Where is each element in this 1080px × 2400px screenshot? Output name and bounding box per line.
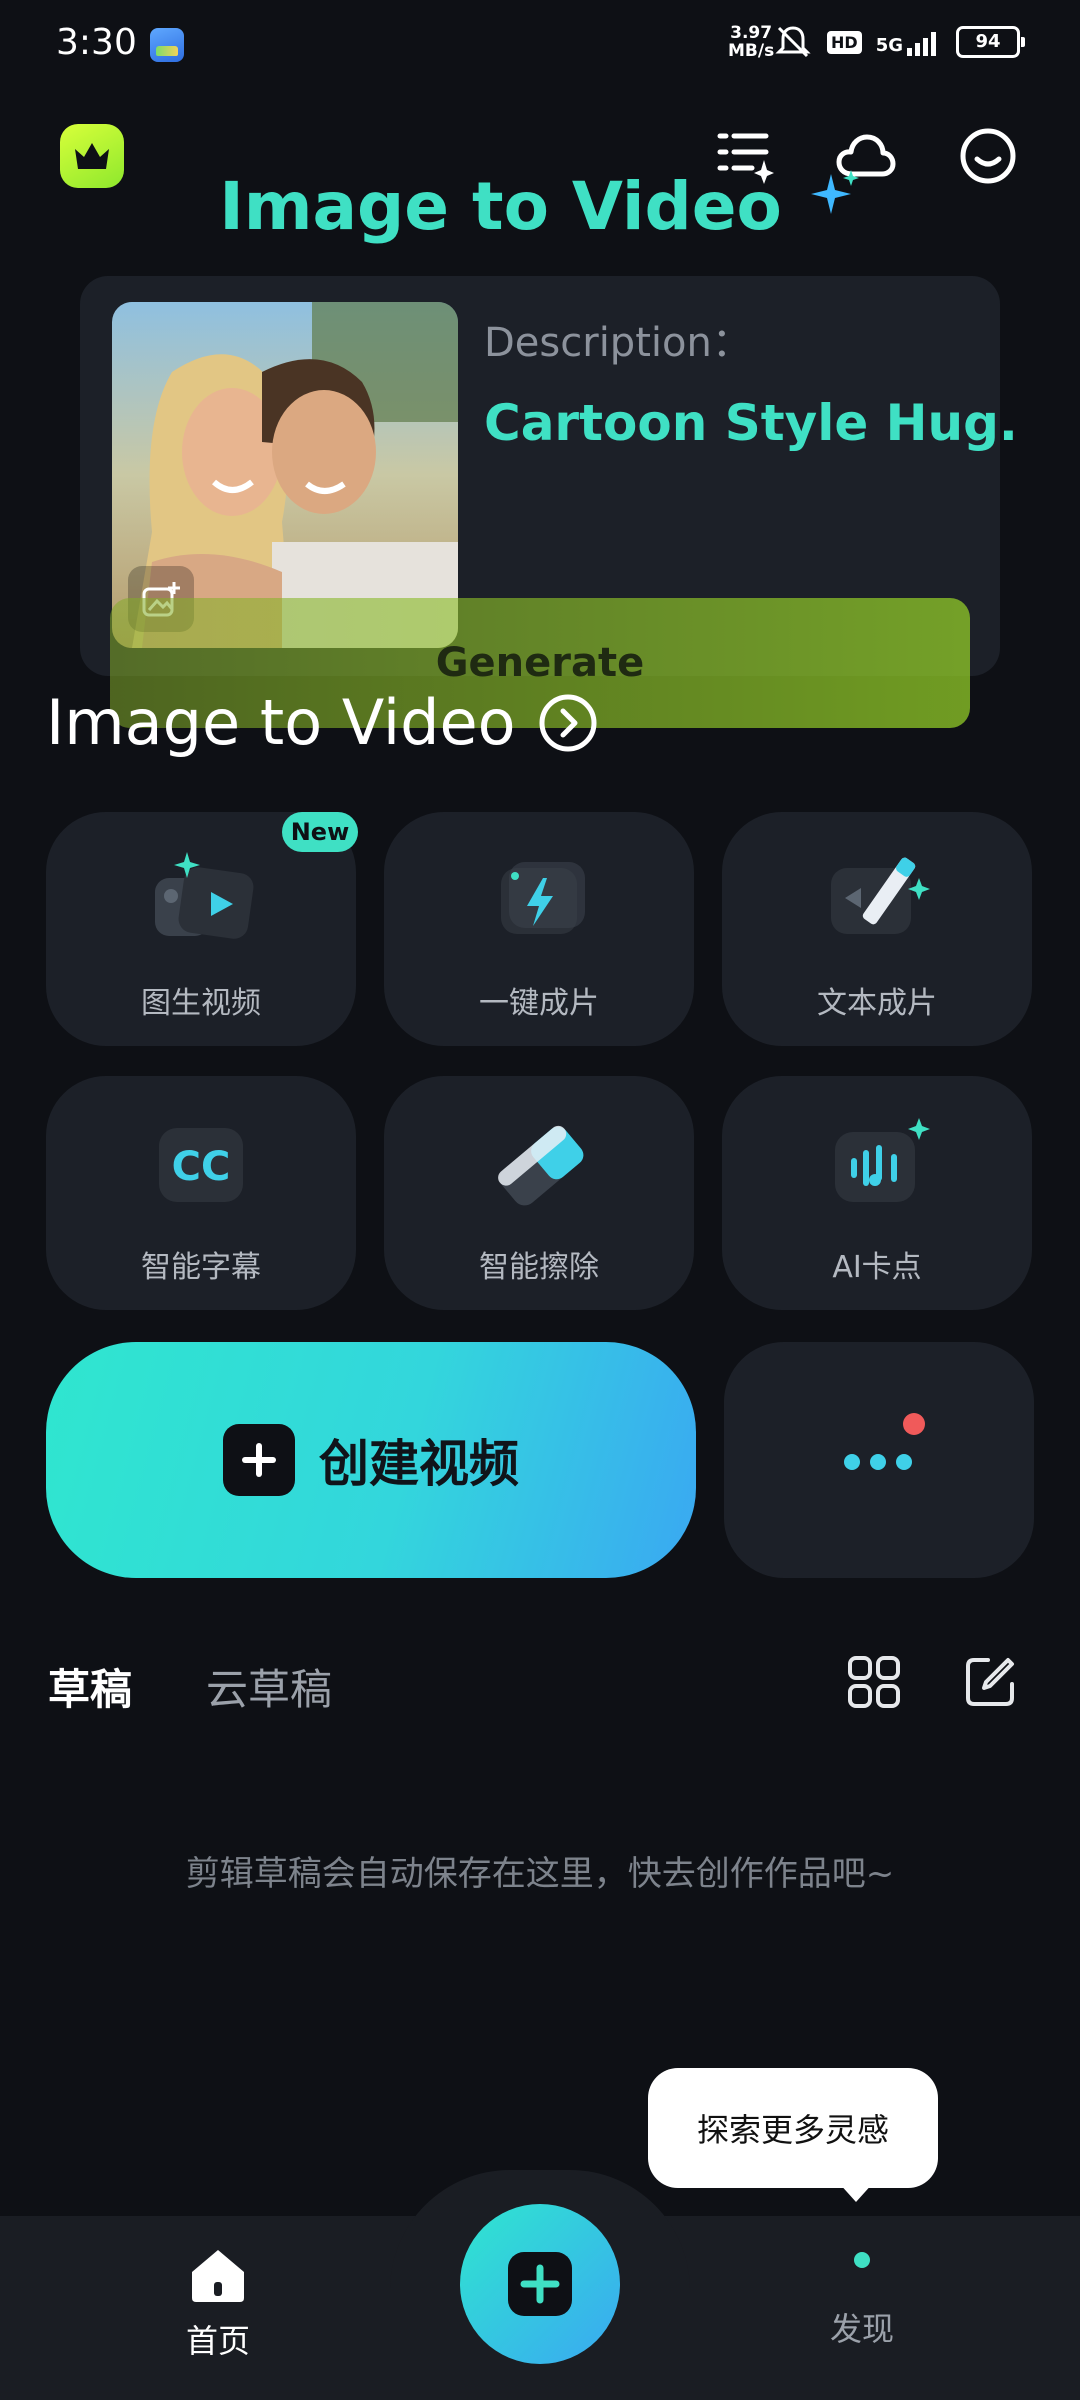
- tooltip-arrow: [838, 2182, 874, 2202]
- section-title-text: Image to Video: [46, 686, 516, 759]
- drafts-empty-message: 剪辑草稿会自动保存在这里，快去创作作品吧~: [185, 1854, 895, 1894]
- music-beat-icon: [817, 1112, 937, 1222]
- signal-bars-icon: [907, 32, 936, 56]
- banner-title-text: Image to Video: [219, 168, 782, 245]
- banner-title: Image to Video: [0, 168, 1080, 245]
- battery-indicator: 94: [956, 26, 1025, 58]
- image-to-video-link[interactable]: Image to Video: [46, 686, 598, 759]
- network-speed: 3.97 MB/s: [728, 24, 774, 60]
- description-label: Description：: [484, 320, 752, 366]
- status-time: 3:30: [56, 22, 137, 63]
- nav-home[interactable]: 首页: [168, 2246, 268, 2366]
- plus-icon: [223, 1424, 295, 1496]
- speed-value: 3.97: [730, 23, 773, 43]
- app-root: 3:30 3.97 MB/s HD 5G 94 Image to Video D…: [0, 0, 1080, 2400]
- edit-drafts-button[interactable]: [960, 1652, 1020, 1712]
- new-badge: New: [282, 812, 358, 852]
- tab-drafts[interactable]: 草稿: [48, 1656, 132, 1717]
- tool-label: 文本成片: [817, 986, 937, 1021]
- grid-icon: [848, 1656, 900, 1708]
- tool-text-to-video[interactable]: 文本成片: [722, 812, 1032, 1046]
- tool-ai-beat[interactable]: AI卡点: [722, 1076, 1032, 1310]
- tool-label: AI卡点: [832, 1250, 922, 1285]
- eraser-icon: [479, 1112, 599, 1222]
- description-text: Cartoon Style Hug.: [484, 394, 1018, 452]
- text-to-video-icon: [817, 848, 937, 958]
- nav-discover[interactable]: 发现: [812, 2246, 912, 2366]
- tool-label: 智能字幕: [141, 1250, 261, 1285]
- nav-discover-label: 发现: [829, 2310, 894, 2348]
- notification-dot: [854, 2252, 870, 2268]
- svg-text:CC: CC: [172, 1144, 231, 1190]
- tool-label: 一键成片: [479, 986, 599, 1021]
- status-icons: HD 5G 94: [773, 24, 1025, 60]
- create-video-label: 创建视频: [319, 1435, 519, 1493]
- sparkle-icon: [810, 170, 859, 214]
- tool-label: 图生视频: [141, 986, 261, 1021]
- status-bar: 3:30 3.97 MB/s HD 5G 94: [0, 0, 1080, 90]
- more-tools-button[interactable]: [724, 1342, 1034, 1578]
- signal-group: 5G: [876, 28, 942, 56]
- discover-tooltip[interactable]: 探索更多灵感: [648, 2068, 938, 2188]
- more-dots-icon: [844, 1413, 925, 1470]
- create-video-button[interactable]: 创建视频: [46, 1342, 696, 1578]
- nav-create-button[interactable]: [460, 2204, 620, 2364]
- edit-icon: [966, 1658, 1014, 1706]
- network-type: 5G: [875, 35, 903, 56]
- tab-cloud-drafts[interactable]: 云草稿: [206, 1656, 332, 1717]
- chevron-right-circle-icon: [539, 694, 597, 751]
- tool-label: 智能擦除: [479, 1250, 599, 1285]
- hd-indicator: HD: [827, 30, 862, 54]
- plus-icon: [508, 2252, 572, 2316]
- lightning-icon: [479, 848, 599, 958]
- mute-icon: [775, 26, 811, 58]
- tool-smart-subtitles[interactable]: CC 智能字幕: [46, 1076, 356, 1310]
- home-icon: [192, 2250, 244, 2302]
- image-to-video-icon: [141, 848, 261, 958]
- speed-unit: MB/s: [728, 41, 775, 61]
- tool-smart-erase[interactable]: 智能擦除: [384, 1076, 694, 1310]
- cc-icon: CC: [141, 1112, 261, 1222]
- tool-one-click-video[interactable]: 一键成片: [384, 812, 694, 1046]
- gallery-app-icon: [150, 28, 184, 62]
- grid-view-button[interactable]: [844, 1652, 904, 1712]
- nav-home-label: 首页: [185, 2322, 250, 2360]
